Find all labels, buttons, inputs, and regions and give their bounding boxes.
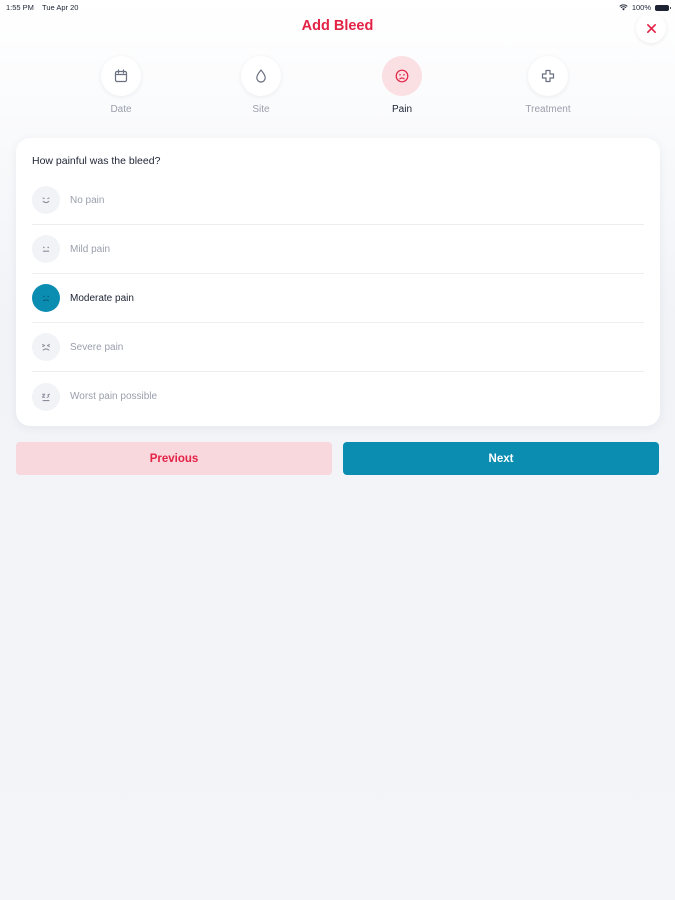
step-indicator: Date Site Pain Treatment <box>0 56 675 120</box>
calendar-icon <box>114 69 128 83</box>
option-no-pain[interactable]: No pain <box>32 176 644 225</box>
close-button[interactable] <box>636 13 666 43</box>
neutral-face-icon <box>42 246 50 252</box>
status-time: 1:55 PM <box>6 3 34 12</box>
pain-face-icon <box>395 69 409 83</box>
previous-button[interactable]: Previous <box>16 442 332 475</box>
status-bar: 1:55 PM Tue Apr 20 100% <box>0 0 675 14</box>
step-pain[interactable]: Pain <box>362 56 442 115</box>
page-title: Add Bleed <box>301 18 374 34</box>
option-severe-pain[interactable]: Severe pain <box>32 323 644 372</box>
step-label-pain: Pain <box>391 104 412 115</box>
step-site[interactable]: Site <box>221 56 301 115</box>
step-label-date: Date <box>110 104 132 115</box>
pained-face-icon <box>42 343 50 351</box>
close-icon <box>646 23 656 33</box>
step-date[interactable]: Date <box>81 56 161 115</box>
status-date: Tue Apr 20 <box>42 3 79 12</box>
crying-face-icon <box>41 393 51 401</box>
step-treatment[interactable]: Treatment <box>508 56 588 115</box>
droplet-icon <box>256 69 266 83</box>
option-label: Worst pain possible <box>70 391 158 402</box>
pain-question-card: How painful was the bleed? No pain Mild … <box>16 138 660 426</box>
pain-options-list: No pain Mild pain Moderate pain Severe p… <box>32 176 644 421</box>
smile-face-icon <box>42 197 50 204</box>
option-label: Mild pain <box>70 243 111 255</box>
step-label-treatment: Treatment <box>525 104 571 115</box>
option-label: No pain <box>70 194 105 206</box>
wifi-icon <box>619 4 628 11</box>
option-label: Severe pain <box>70 341 124 353</box>
sad-face-icon <box>42 295 50 302</box>
next-button[interactable]: Next <box>343 442 659 475</box>
option-label: Moderate pain <box>70 292 134 304</box>
battery-percent: 100% <box>631 3 651 12</box>
option-moderate-pain[interactable]: Moderate pain <box>32 274 644 323</box>
step-label-site: Site <box>252 104 270 115</box>
option-mild-pain[interactable]: Mild pain <box>32 225 644 274</box>
question-text: How painful was the bleed? <box>32 155 161 167</box>
option-worst-pain[interactable]: Worst pain possible <box>32 372 644 421</box>
battery-icon <box>655 4 671 11</box>
medical-cross-icon <box>541 69 555 83</box>
